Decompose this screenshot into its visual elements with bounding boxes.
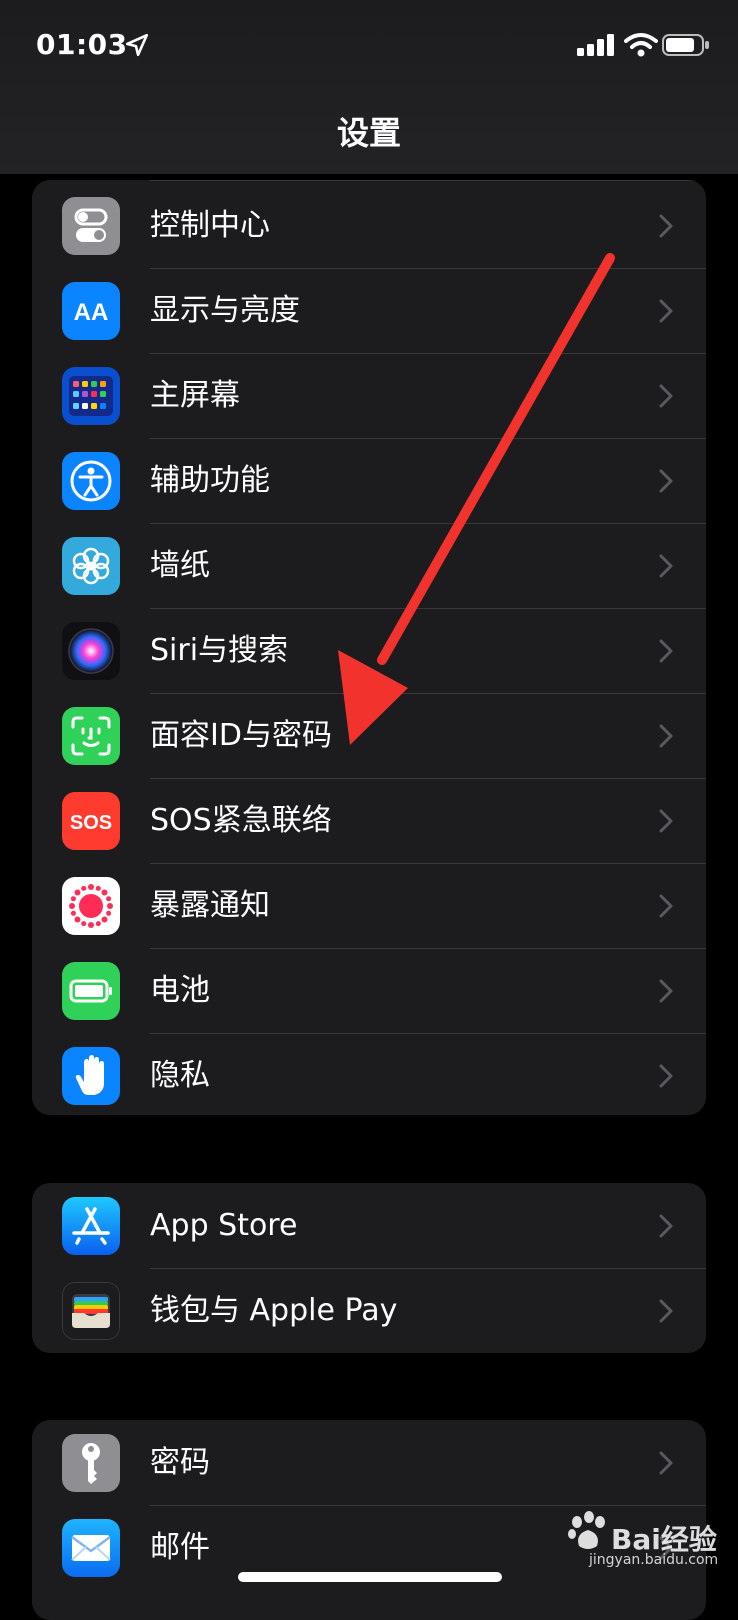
- row-label: 暴露通知: [150, 888, 270, 923]
- row-label: App Store: [150, 1208, 298, 1243]
- home-indicator[interactable]: [238, 1572, 502, 1582]
- chevron-right-icon: [659, 384, 673, 408]
- settings-row-siri[interactable]: Siri与搜索: [32, 608, 706, 694]
- settings-row-emergency-sos[interactable]: SOS SOS紧急联络: [32, 778, 706, 864]
- privacy-hand-icon: [62, 1047, 120, 1105]
- settings-row-accessibility[interactable]: 辅助功能: [32, 438, 706, 524]
- location-arrow-icon: [125, 33, 149, 57]
- siri-icon: [62, 622, 120, 680]
- settings-row-wallet-apple-pay[interactable]: 钱包与 Apple Pay: [32, 1268, 706, 1353]
- row-label: 控制中心: [150, 208, 270, 243]
- row-label: 电池: [150, 973, 210, 1008]
- row-label: SOS紧急联络: [150, 803, 332, 838]
- display-brightness-icon: AA: [62, 282, 120, 340]
- svg-text:AA: AA: [74, 299, 109, 326]
- chevron-right-icon: [659, 1064, 673, 1088]
- row-label: 隐私: [150, 1058, 210, 1093]
- settings-row-app-store[interactable]: App Store: [32, 1183, 706, 1269]
- settings-row-home-screen[interactable]: 主屏幕: [32, 353, 706, 439]
- chevron-right-icon: [659, 1214, 673, 1238]
- exposure-notification-icon: [62, 877, 120, 935]
- home-screen-icon: [62, 367, 120, 425]
- chevron-right-icon: [659, 809, 673, 833]
- watermark-url: jingyan.baidu.com: [589, 1552, 719, 1568]
- chevron-right-icon: [659, 469, 673, 493]
- mail-icon: [62, 1519, 120, 1577]
- chevron-right-icon: [659, 554, 673, 578]
- row-label: 邮件: [150, 1530, 210, 1565]
- chevron-right-icon: [659, 299, 673, 323]
- battery-icon: [62, 962, 120, 1020]
- wallet-icon: [62, 1282, 120, 1340]
- key-icon: [62, 1434, 120, 1492]
- row-label: 面容ID与密码: [150, 718, 332, 753]
- settings-row-privacy[interactable]: 隐私: [32, 1033, 706, 1115]
- row-label: 显示与亮度: [150, 293, 300, 328]
- page-title: 设置: [336, 114, 401, 152]
- cellular-signal-icon: [577, 34, 614, 56]
- row-label: 墙纸: [150, 548, 210, 583]
- settings-row-face-id[interactable]: 面容ID与密码: [32, 693, 706, 779]
- settings-row-exposure-notifications[interactable]: 暴露通知: [32, 863, 706, 949]
- row-label: 钱包与 Apple Pay: [150, 1293, 398, 1328]
- row-label: Siri与搜索: [150, 633, 289, 668]
- settings-group-2: App Store 钱包与 Apple Pay: [32, 1183, 706, 1353]
- baidu-watermark: Bai经验 jingyan.baidu.com: [565, 1508, 730, 1568]
- svg-text:SOS: SOS: [70, 812, 112, 834]
- chevron-right-icon: [659, 979, 673, 1003]
- row-separator: [150, 180, 706, 181]
- paw-logo-icon: [568, 1511, 605, 1549]
- status-time: 01:03: [36, 28, 128, 61]
- sos-icon: SOS: [62, 792, 120, 850]
- wallpaper-icon: [62, 537, 120, 595]
- chevron-right-icon: [659, 214, 673, 238]
- settings-row-passwords[interactable]: 密码: [32, 1420, 706, 1506]
- accessibility-icon: [62, 452, 120, 510]
- face-id-icon: [62, 707, 120, 765]
- status-bar: 01:03: [0, 0, 738, 92]
- chevron-right-icon: [659, 639, 673, 663]
- settings-row-battery[interactable]: 电池: [32, 948, 706, 1034]
- wifi-icon: [624, 33, 658, 57]
- settings-row-display-brightness[interactable]: AA 显示与亮度: [32, 268, 706, 354]
- battery-status-icon: [662, 34, 709, 56]
- settings-row-control-center[interactable]: 控制中心: [32, 183, 706, 269]
- navigation-bar: 01:03 设置: [0, 0, 738, 174]
- chevron-right-icon: [659, 1451, 673, 1475]
- settings-group-1: 控制中心 AA 显示与亮度 主屏幕 辅助功能 墙纸 Siri与搜索 面容ID与密…: [32, 180, 706, 1115]
- row-label: 主屏幕: [150, 378, 240, 413]
- chevron-right-icon: [659, 894, 673, 918]
- app-store-icon: [62, 1197, 120, 1255]
- settings-row-wallpaper[interactable]: 墙纸: [32, 523, 706, 609]
- row-label: 密码: [150, 1445, 210, 1480]
- chevron-right-icon: [659, 1299, 673, 1323]
- row-label: 辅助功能: [150, 463, 270, 498]
- control-center-icon: [62, 197, 120, 255]
- chevron-right-icon: [659, 724, 673, 748]
